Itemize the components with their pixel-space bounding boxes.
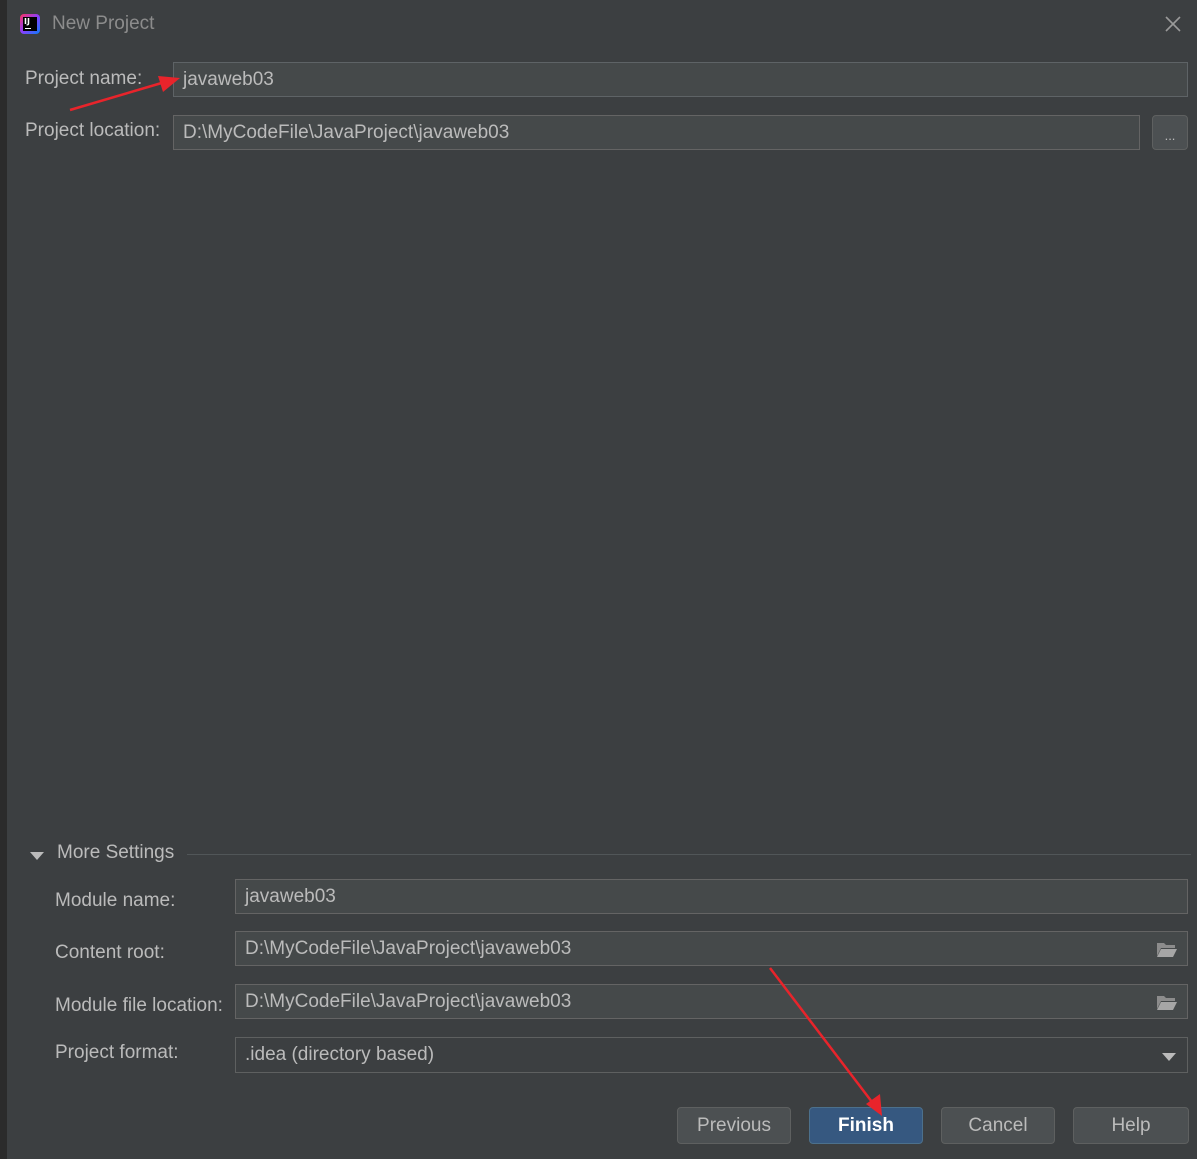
help-button[interactable]: Help: [1073, 1107, 1189, 1144]
background-ide-strip: [0, 0, 7, 1159]
close-icon[interactable]: [1162, 13, 1184, 35]
browse-location-button[interactable]: ...: [1152, 115, 1188, 150]
finish-button[interactable]: Finish: [809, 1107, 923, 1144]
module-name-label: Module name:: [55, 890, 176, 911]
project-name-label: Project name:: [25, 68, 143, 89]
content-root-label: Content root:: [55, 942, 165, 963]
module-file-location-label: Module file location:: [55, 995, 223, 1016]
chevron-down-icon[interactable]: [1161, 1049, 1177, 1061]
dialog-titlebar: IJ New Project: [7, 0, 1197, 50]
folder-icon[interactable]: [1156, 993, 1178, 1011]
content-root-input[interactable]: D:\MyCodeFile\JavaProject\javaweb03: [235, 931, 1188, 966]
triangle-down-icon: [30, 852, 44, 860]
module-file-location-input[interactable]: D:\MyCodeFile\JavaProject\javaweb03: [235, 984, 1188, 1019]
project-name-input[interactable]: javaweb03: [173, 62, 1188, 97]
folder-icon[interactable]: [1156, 940, 1178, 958]
cancel-button[interactable]: Cancel: [941, 1107, 1055, 1144]
module-name-input[interactable]: javaweb03: [235, 879, 1188, 914]
new-project-dialog: IJ New Project Project name: javaweb03 P…: [7, 0, 1197, 1159]
intellij-idea-icon: IJ: [20, 14, 40, 34]
project-format-label: Project format:: [55, 1042, 179, 1063]
project-format-select[interactable]: .idea (directory based): [235, 1037, 1188, 1073]
project-location-label: Project location:: [25, 120, 161, 141]
dialog-title: New Project: [52, 13, 155, 34]
project-location-input[interactable]: D:\MyCodeFile\JavaProject\javaweb03: [173, 115, 1140, 150]
previous-button[interactable]: Previous: [677, 1107, 791, 1144]
more-settings-separator: [187, 854, 1191, 855]
more-settings-label: More Settings: [57, 842, 175, 863]
